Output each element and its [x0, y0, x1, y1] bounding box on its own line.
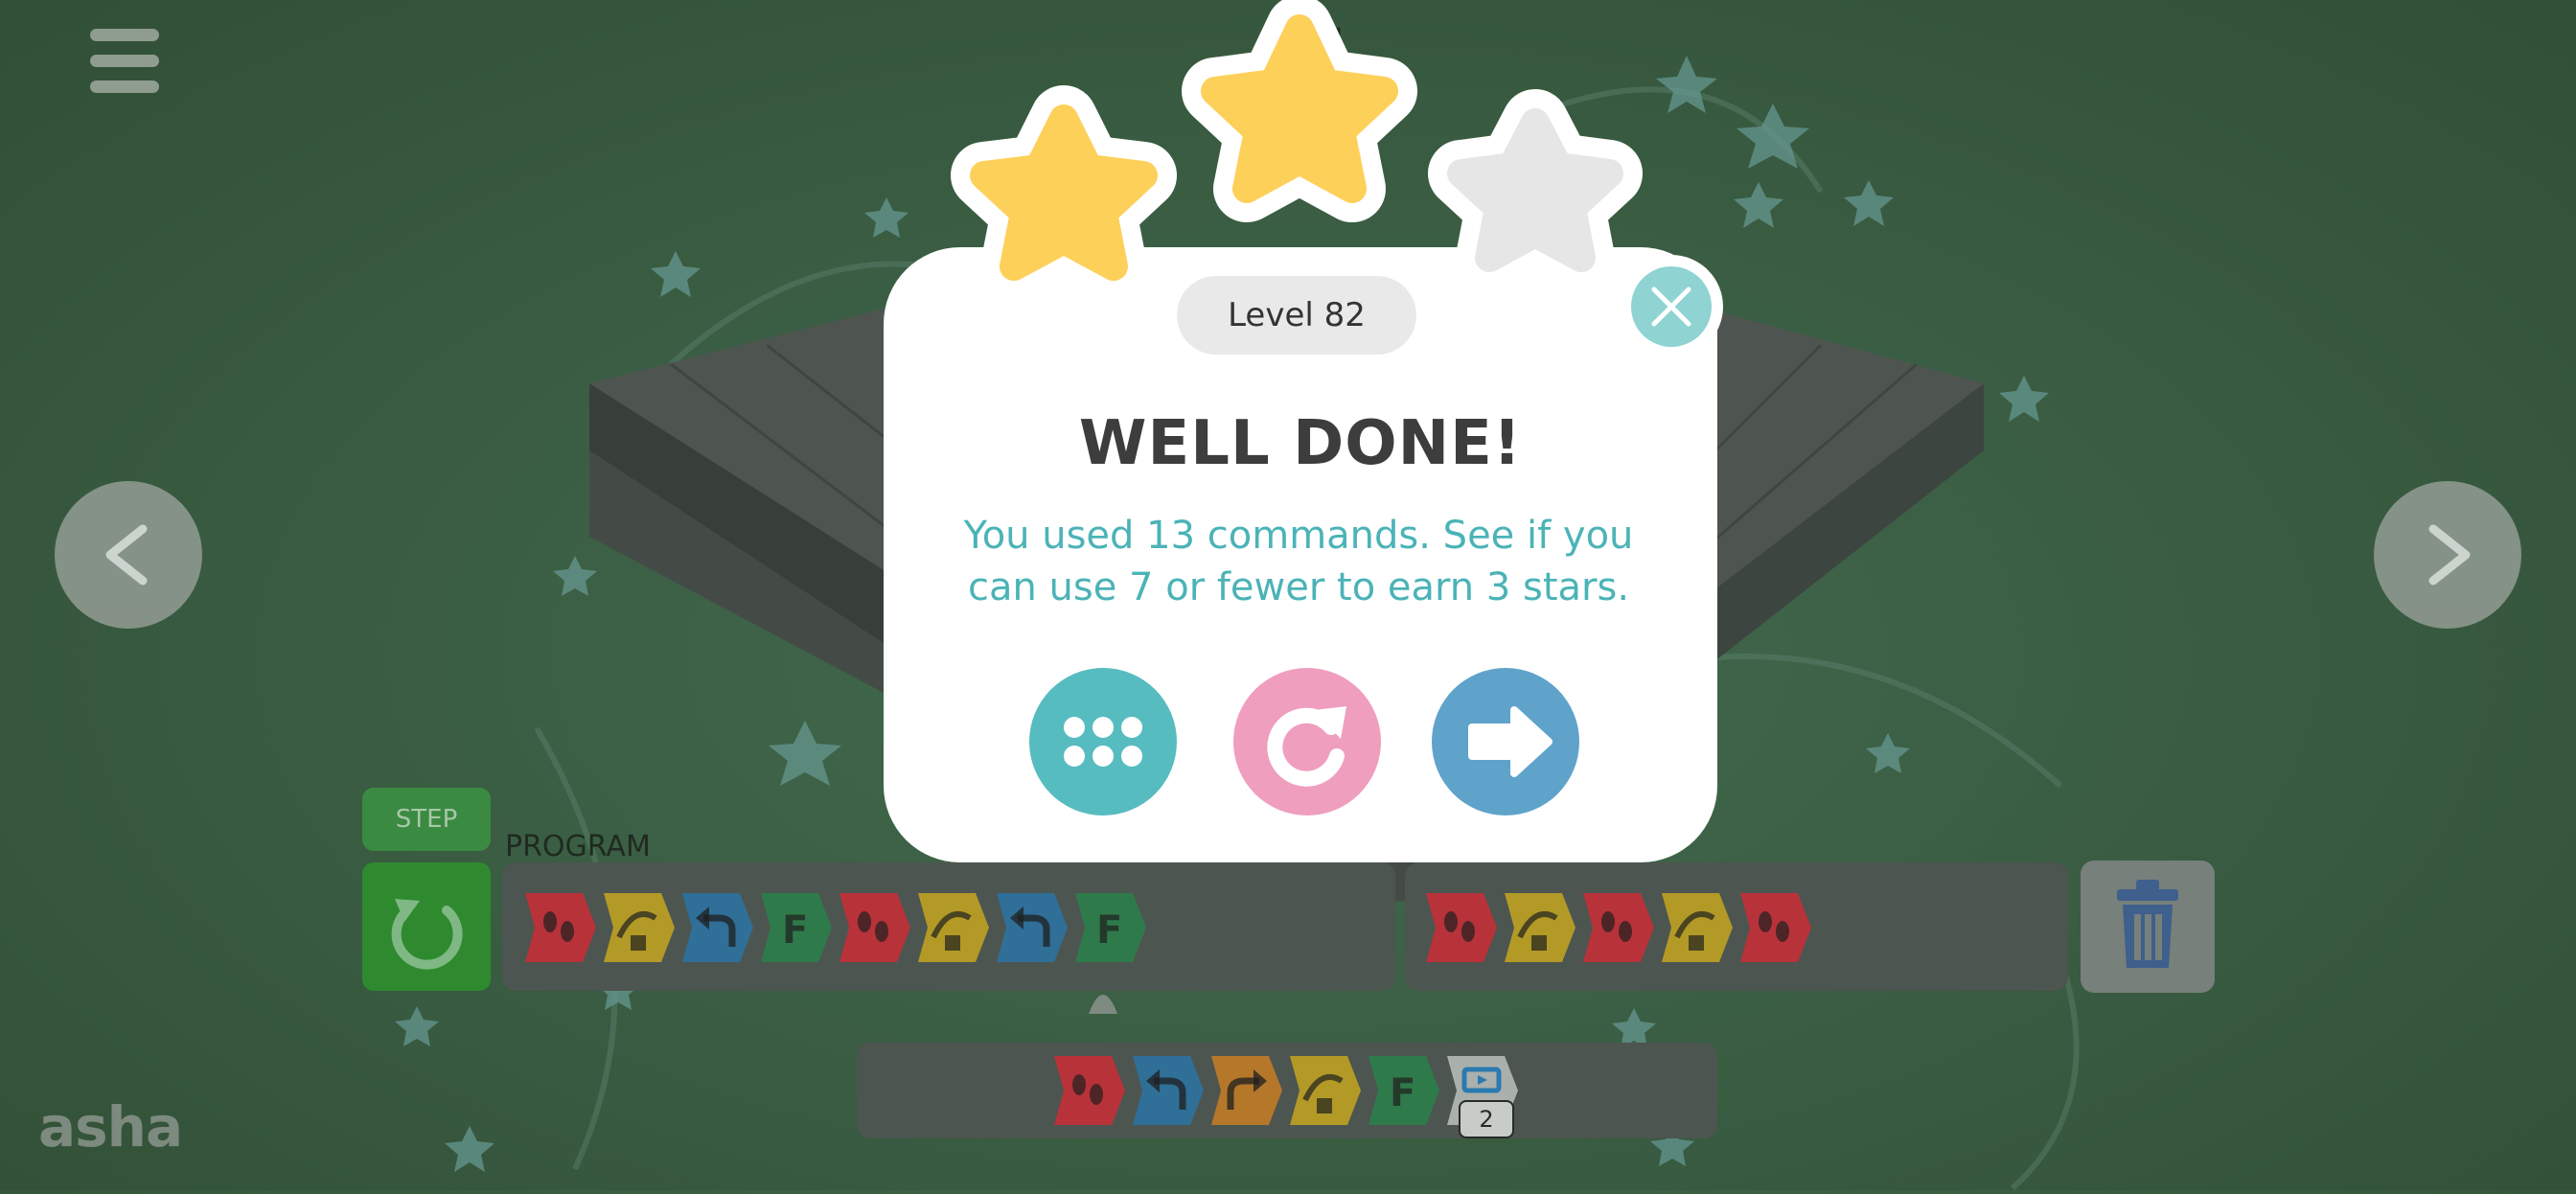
- svg-text:F: F: [1390, 1071, 1415, 1115]
- level-grid-icon: [1064, 717, 1142, 767]
- menu-icon: [90, 29, 159, 41]
- next-level-nav-button[interactable]: [2374, 481, 2521, 629]
- program-label: PROGRAM: [505, 830, 651, 863]
- previous-level-button[interactable]: [55, 481, 202, 629]
- walk-command-block[interactable]: [1046, 1052, 1131, 1129]
- dialog-message: You used 13 commands. See if you can use…: [963, 514, 1634, 609]
- caret-up-icon: [1087, 985, 1119, 1016]
- replay-button[interactable]: [1233, 668, 1381, 815]
- asha-logo: asha: [38, 1094, 183, 1160]
- chevron-right-icon: [2428, 524, 2471, 586]
- function-command-block[interactable]: F: [1361, 1052, 1445, 1129]
- walk-icon: [1426, 893, 1497, 962]
- walk-command-block[interactable]: [518, 889, 602, 966]
- function-command-block[interactable]: F: [753, 889, 838, 966]
- jump-icon: [918, 893, 989, 962]
- menu-icon-bar: [90, 80, 159, 93]
- turn-left-icon: [1133, 1056, 1204, 1125]
- turn-left-command-block[interactable]: [989, 889, 1073, 966]
- star-2-icon: [1201, 14, 1398, 203]
- menu-icon-bar: [90, 55, 159, 67]
- jump-command-block[interactable]: [1654, 889, 1738, 966]
- menu-button[interactable]: [90, 29, 161, 94]
- chevron-left-icon: [105, 524, 148, 586]
- close-icon: [1651, 287, 1691, 327]
- step-button[interactable]: STEP: [362, 788, 491, 851]
- trash-button[interactable]: [2081, 861, 2215, 993]
- turn-left-command-block[interactable]: [1125, 1052, 1209, 1129]
- jump-command-block[interactable]: [1497, 889, 1581, 966]
- jump-icon: [604, 893, 675, 962]
- walk-command-block[interactable]: [1418, 889, 1503, 966]
- walk-icon: [1054, 1056, 1125, 1125]
- function-icon: F: [761, 893, 832, 962]
- jump-icon: [1290, 1056, 1361, 1125]
- replay-icon: [1267, 706, 1346, 787]
- turn-left-icon: [682, 893, 753, 962]
- svg-text:F: F: [1096, 908, 1122, 953]
- walk-icon: [1740, 893, 1811, 962]
- turn-left-command-block[interactable]: [675, 889, 759, 966]
- function-command-block[interactable]: F: [1068, 889, 1152, 966]
- jump-icon: [1505, 893, 1576, 962]
- jump-icon: [1662, 893, 1733, 962]
- turn-right-command-block[interactable]: [1204, 1052, 1288, 1129]
- next-level-icon: [1468, 706, 1552, 777]
- function-icon: F: [1075, 893, 1146, 962]
- svg-text:F: F: [782, 908, 808, 953]
- function-icon: F: [1368, 1056, 1439, 1125]
- level-badge: Level 82: [1177, 276, 1416, 355]
- run-button[interactable]: [362, 862, 491, 991]
- walk-command-block[interactable]: [832, 889, 916, 966]
- jump-command-block[interactable]: [596, 889, 680, 966]
- turn-right-icon: [1211, 1056, 1282, 1125]
- next-level-button[interactable]: [1432, 668, 1579, 815]
- walk-icon: [1583, 893, 1654, 962]
- turn-left-icon: [997, 893, 1068, 962]
- walk-command-block[interactable]: [1576, 889, 1660, 966]
- trash-icon: [2117, 880, 2178, 968]
- close-button[interactable]: [1620, 255, 1723, 358]
- walk-icon: [840, 893, 910, 962]
- walk-icon: [525, 893, 596, 962]
- repeat-count-badge[interactable]: 2: [1459, 1100, 1514, 1138]
- jump-command-block[interactable]: [1282, 1052, 1367, 1129]
- jump-command-block[interactable]: [910, 889, 995, 966]
- walk-command-block[interactable]: [1733, 889, 1817, 966]
- level-select-button[interactable]: [1029, 668, 1177, 815]
- replay-arrow-icon: [391, 899, 463, 970]
- dialog-title: WELL DONE!: [1078, 408, 1523, 479]
